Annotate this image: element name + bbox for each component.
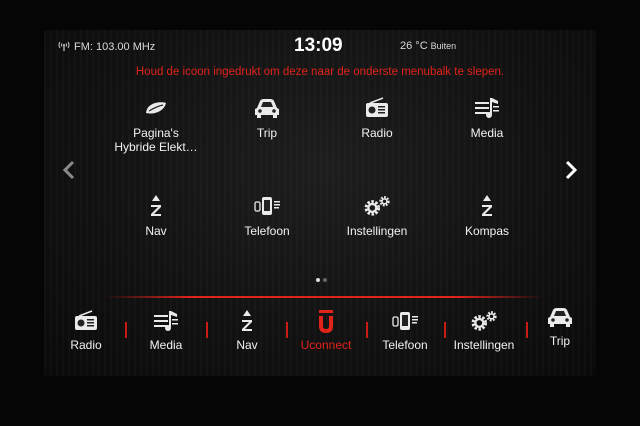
- app-label: Media: [470, 126, 504, 140]
- app-nav[interactable]: Nav: [101, 194, 211, 238]
- app-radio[interactable]: Radio: [322, 96, 432, 140]
- uconnect-icon: [311, 308, 341, 334]
- phone-icon: [390, 308, 420, 334]
- radio-frequency: FM: 103.00 MHz: [74, 41, 156, 53]
- dock-trip[interactable]: Trip: [518, 304, 602, 348]
- dock-radio[interactable]: Radio: [44, 308, 128, 352]
- divider-line: [104, 296, 544, 298]
- signal-icon: [58, 40, 70, 54]
- compass-z-icon: [141, 194, 171, 218]
- dock-media[interactable]: Media: [124, 308, 208, 352]
- app-media[interactable]: Media: [432, 96, 542, 140]
- dock-uconnect[interactable]: Uconnect: [284, 308, 368, 352]
- dock-label: Telefoon: [382, 338, 428, 352]
- media-icon: [472, 96, 502, 120]
- radio-icon: [362, 96, 392, 120]
- dock-label: Media: [149, 338, 183, 352]
- outside-temperature: 26 °C Buiten: [400, 40, 456, 52]
- app-label: Kompas: [464, 224, 510, 238]
- page-dot[interactable]: [323, 278, 327, 282]
- compass-z-icon: [232, 308, 262, 334]
- infotainment-screen: FM: 103.00 MHz 13:09 26 °C Buiten Houd de…: [44, 30, 596, 376]
- dock-label: Radio: [70, 338, 102, 352]
- media-icon: [151, 308, 181, 334]
- car-icon: [545, 304, 575, 330]
- dock-label: Nav: [236, 338, 258, 352]
- dock-label: Uconnect: [300, 338, 352, 352]
- radio-icon: [71, 308, 101, 334]
- app-trip[interactable]: Trip: [212, 96, 322, 140]
- clock: 13:09: [294, 35, 343, 56]
- app-hybrid-electric-pages[interactable]: Pagina's Hybride Elekt…: [101, 96, 211, 154]
- app-label: Instellingen: [346, 224, 408, 238]
- gear-icon: [362, 194, 392, 218]
- dock-phone[interactable]: Telefoon: [363, 308, 447, 352]
- gear-icon: [469, 308, 499, 334]
- eco-leaf-icon: [141, 96, 171, 120]
- app-label: Radio: [361, 126, 393, 140]
- temperature-label: Buiten: [430, 41, 457, 51]
- app-label: Trip: [256, 126, 278, 140]
- compass-icon: [472, 194, 502, 218]
- previous-page-button[interactable]: [58, 156, 80, 184]
- chevron-left-icon: [62, 160, 75, 180]
- phone-icon: [252, 194, 282, 218]
- bottom-menu-bar: Radio Media Nav Uconnect Telefoon Instel…: [44, 308, 596, 368]
- drag-hint: Houd de icoon ingedrukt om deze naar de …: [135, 66, 505, 78]
- next-page-button[interactable]: [560, 156, 582, 184]
- dock-label: Instellingen: [453, 338, 515, 352]
- app-compass[interactable]: Kompas: [432, 194, 542, 238]
- temperature-value: 26 °C: [400, 40, 428, 52]
- dock-nav[interactable]: Nav: [205, 308, 289, 352]
- page-indicator: [316, 278, 327, 282]
- dock-label: Trip: [549, 334, 571, 348]
- app-label: Nav: [145, 224, 167, 238]
- dock-settings[interactable]: Instellingen: [442, 308, 526, 352]
- status-bar: FM: 103.00 MHz 13:09 26 °C Buiten: [44, 30, 596, 58]
- app-label: Pagina's Hybride Elekt…: [114, 126, 198, 154]
- app-settings[interactable]: Instellingen: [322, 194, 432, 238]
- page-dot-active[interactable]: [316, 278, 320, 282]
- car-icon: [252, 96, 282, 120]
- app-label: Telefoon: [244, 224, 290, 238]
- app-phone[interactable]: Telefoon: [212, 194, 322, 238]
- radio-status[interactable]: FM: 103.00 MHz: [58, 40, 155, 54]
- chevron-right-icon: [565, 160, 578, 180]
